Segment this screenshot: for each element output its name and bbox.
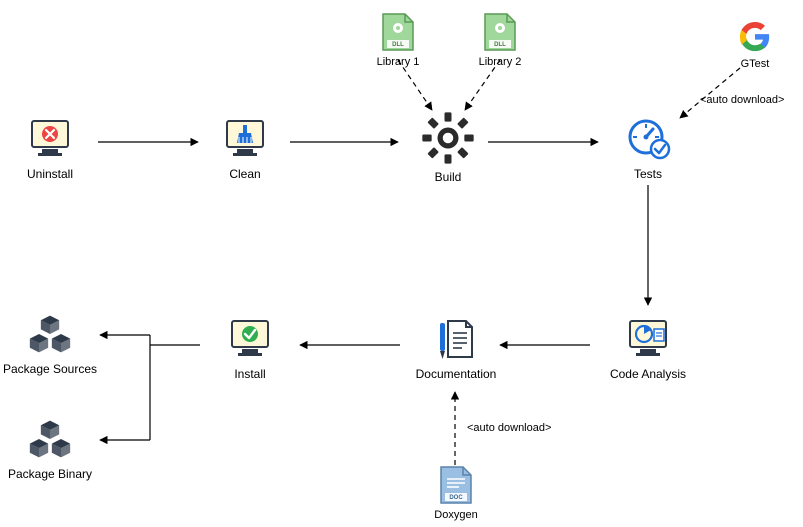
node-label: Tests: [634, 167, 662, 181]
node-label: Library 2: [479, 56, 522, 68]
node-code-analysis: Code Analysis: [598, 315, 698, 381]
monitor-check-icon: [226, 315, 274, 363]
doc-file-icon: DOC: [439, 465, 473, 505]
annotation-auto-download-gtest: <auto download>: [700, 94, 784, 106]
monitor-chart-icon: [624, 315, 672, 363]
node-label: Code Analysis: [610, 367, 686, 381]
monitor-broom-icon: [221, 115, 269, 163]
node-uninstall: Uninstall: [0, 115, 100, 181]
arrow-gtest-tests: [680, 68, 740, 118]
node-label: Library 1: [377, 56, 420, 68]
annotation-auto-download-doxygen: <auto download>: [467, 422, 551, 434]
node-label: Documentation: [416, 367, 497, 381]
node-label: Doxygen: [434, 509, 477, 521]
node-label: Install: [234, 367, 265, 381]
cubes-icon: [26, 415, 74, 463]
gauge-check-icon: [624, 115, 672, 163]
svg-text:DLL: DLL: [494, 42, 506, 48]
connector-layer: [0, 0, 803, 527]
node-gtest: GTest: [705, 20, 803, 70]
node-label: Uninstall: [27, 167, 73, 181]
node-package-binary: Package Binary: [0, 415, 100, 481]
node-tests: Tests: [598, 115, 698, 181]
svg-text:DOC: DOC: [449, 495, 463, 501]
node-clean: Clean: [195, 115, 295, 181]
svg-text:DLL: DLL: [392, 42, 404, 48]
dll-file-icon: DLL: [483, 12, 517, 52]
node-library1: DLL Library 1: [348, 12, 448, 68]
google-g-icon: [738, 20, 772, 54]
cubes-icon: [26, 310, 74, 358]
gear-icon: [420, 110, 476, 166]
node-label: Build: [435, 170, 462, 184]
node-label: Package Binary: [8, 467, 92, 481]
dll-file-icon: DLL: [381, 12, 415, 52]
node-label: Package Sources: [3, 362, 97, 376]
node-install: Install: [200, 315, 300, 381]
node-label: GTest: [741, 58, 770, 70]
node-library2: DLL Library 2: [450, 12, 550, 68]
document-pen-icon: [432, 315, 480, 363]
node-documentation: Documentation: [406, 315, 506, 381]
node-package-sources: Package Sources: [0, 310, 100, 376]
monitor-error-icon: [26, 115, 74, 163]
node-label: Clean: [229, 167, 260, 181]
node-build: Build: [398, 110, 498, 184]
node-doxygen: DOC Doxygen: [406, 465, 506, 521]
